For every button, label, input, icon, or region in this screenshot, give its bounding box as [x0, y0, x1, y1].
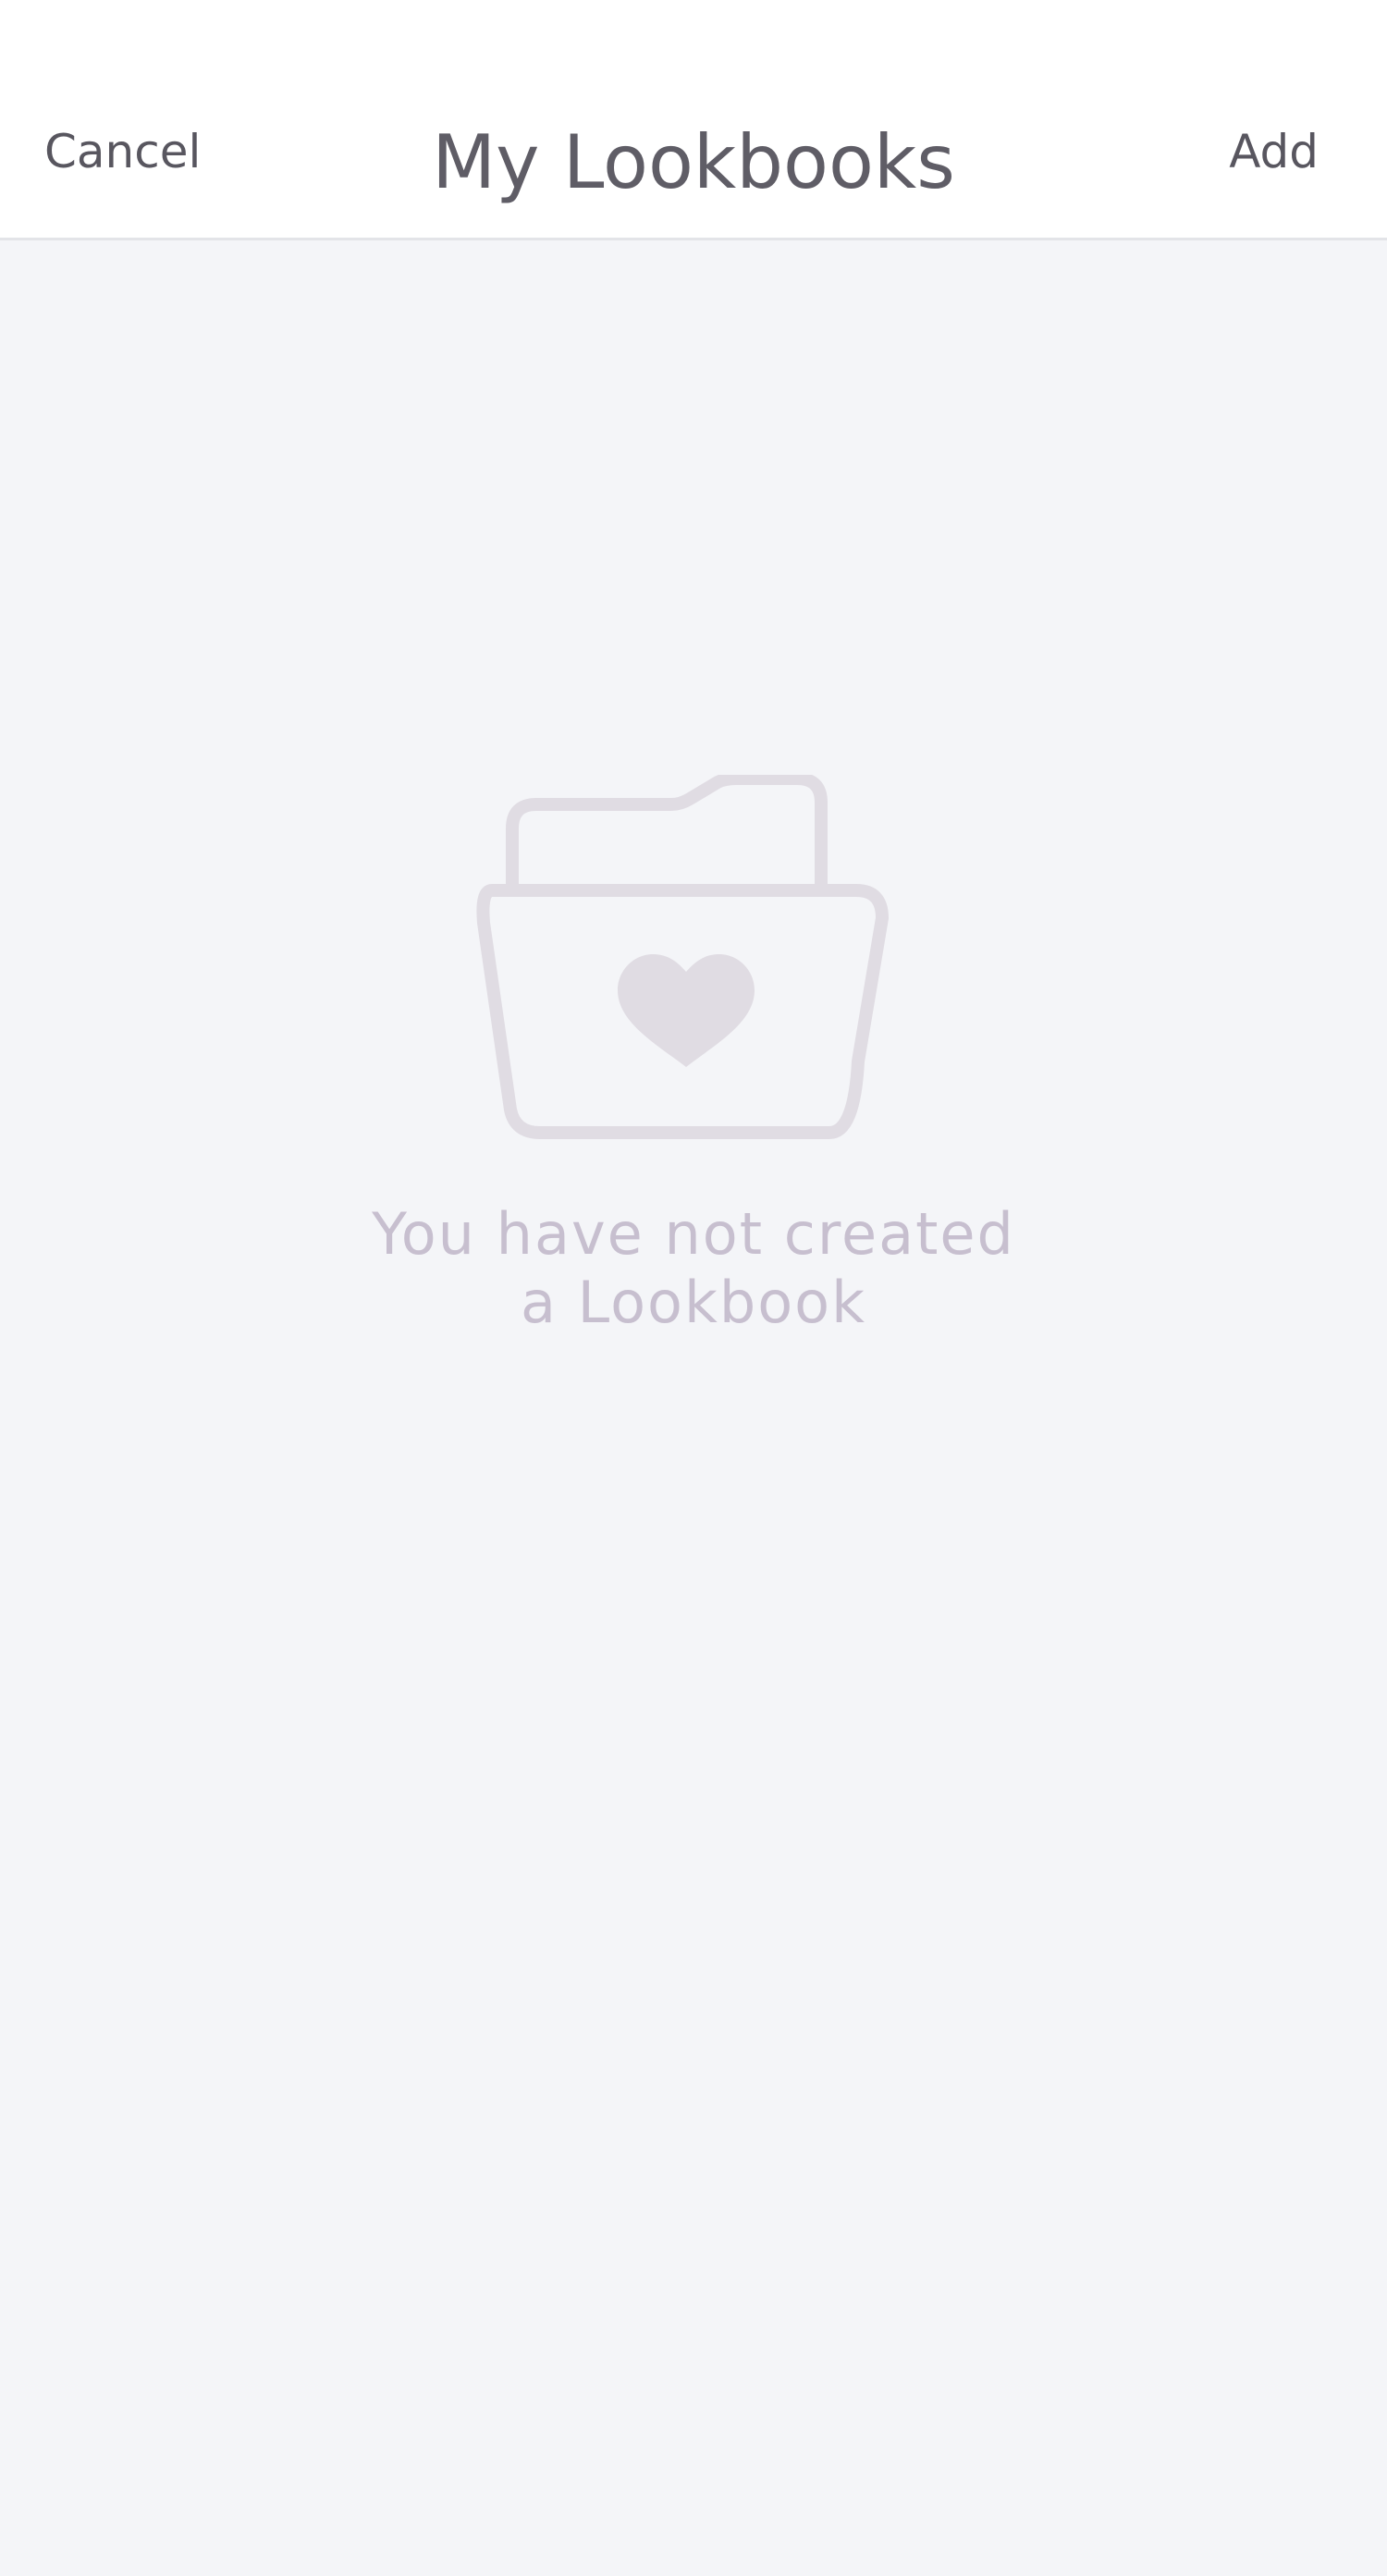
empty-state-message: You have not created a Lookbook	[0, 1200, 1387, 1337]
empty-state-line-1: You have not created	[372, 1200, 1015, 1268]
nav-header: Cancel My Lookbooks Add	[0, 0, 1387, 240]
empty-state-line-2: a Lookbook	[520, 1269, 867, 1336]
folder-heart-icon	[468, 772, 906, 1143]
page-title: My Lookbooks	[432, 119, 955, 205]
add-button[interactable]: Add	[1229, 122, 1319, 181]
